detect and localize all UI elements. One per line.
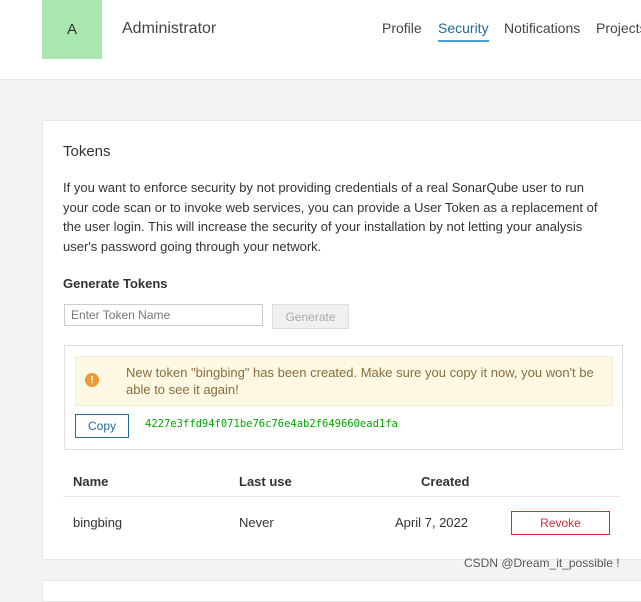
new-token-box: ! New token "bingbing" has been created.… [64, 345, 623, 450]
tokens-description: If you want to enforce security by not p… [63, 180, 598, 255]
tab-security[interactable]: Security [438, 20, 489, 42]
tokens-card: Tokens If you want to enforce security b… [42, 120, 641, 560]
generate-tokens-title: Generate Tokens [63, 276, 168, 291]
token-name-input[interactable] [64, 304, 263, 326]
tokens-title: Tokens [63, 143, 111, 160]
column-header-name: Name [73, 474, 109, 489]
tab-notifications[interactable]: Notifications [504, 20, 580, 36]
table-divider [63, 496, 621, 497]
tab-projects[interactable]: Projects [596, 20, 641, 36]
user-name: Administrator [122, 20, 217, 37]
avatar: A [42, 0, 102, 59]
page-header: A Administrator Profile Security Notific… [0, 0, 641, 80]
watermark: CSDN @Dream_it_possible ! [464, 556, 620, 570]
token-row-name: bingbing [73, 515, 123, 530]
revoke-button[interactable]: Revoke [511, 511, 610, 535]
token-row-created: April 7, 2022 [395, 515, 468, 530]
alert-text: New token "bingbing" has been created. M… [126, 365, 594, 397]
tab-profile[interactable]: Profile [382, 20, 422, 36]
token-value[interactable]: 4227e3ffd94f071be76c76e4ab2f649660ead1fa [145, 418, 398, 430]
generate-button[interactable]: Generate [272, 304, 349, 329]
token-row-last-use: Never [239, 515, 274, 530]
warning-icon: ! [85, 373, 99, 387]
column-header-created: Created [421, 474, 470, 489]
column-header-last-use: Last use [239, 474, 292, 489]
token-created-alert: ! New token "bingbing" has been created.… [75, 356, 613, 406]
next-card [42, 580, 641, 602]
copy-button[interactable]: Copy [75, 414, 129, 438]
